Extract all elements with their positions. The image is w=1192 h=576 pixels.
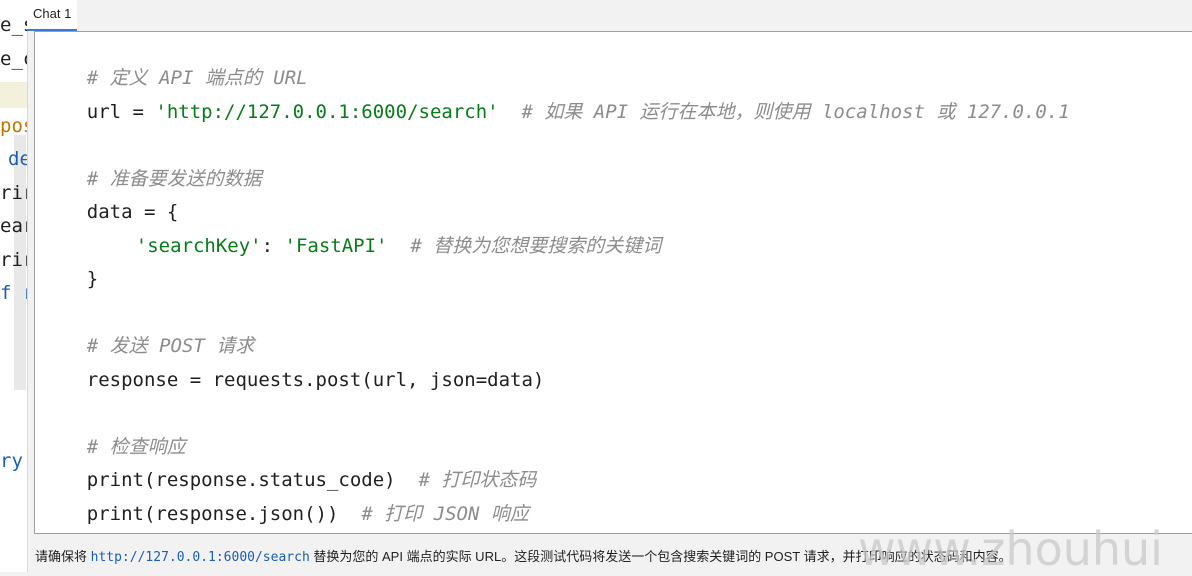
code-string: 'http://127.0.0.1:6000/search' <box>155 101 499 123</box>
code-line: # 检查响应 <box>41 402 186 458</box>
code-text: } <box>86 268 99 290</box>
bg-code-fragment: rir <box>0 249 27 271</box>
code-line: response = requests.post(url, json=data) <box>41 335 545 391</box>
code-string: 'searchKey' <box>135 235 262 257</box>
bg-code-fragment: ry: <box>0 450 27 472</box>
bg-code-fragment: rir <box>0 182 27 204</box>
inline-code-url: http://127.0.0.1:6000/search <box>90 550 310 565</box>
tab-chat-1[interactable]: Chat 1 <box>27 0 78 31</box>
code-line: print(response.status_code) # 打印状态码 <box>41 435 537 491</box>
code-comment: # 打印 JSON 响应 <box>338 503 529 525</box>
code-line: data = { <box>41 167 179 223</box>
code-string: 'FastAPI' <box>284 235 388 257</box>
bg-code-fragment: e_s <box>0 14 27 36</box>
code-line: 'searchKey': 'FastAPI' # 替换为您想要搜索的关键词 <box>90 201 661 257</box>
tab-bar: Chat 1 <box>27 0 1192 31</box>
code-text: : <box>261 235 285 257</box>
code-line: } <box>41 234 98 290</box>
bg-code-fragment: de <box>8 148 27 170</box>
explanation-text: 请确保将 http://127.0.0.1:6000/search 替换为您的 … <box>35 545 1012 569</box>
bg-code-fragment: e_c <box>0 48 27 70</box>
bg-code-fragment: pos <box>0 115 27 137</box>
code-line: # 准备要发送的数据 <box>41 134 262 190</box>
background-editor: e_s e_c pos de rir ear rir f r ry: <box>0 0 28 572</box>
code-comment: # 如果 API 运行在本地，则使用 localhost 或 127.0.0.1 <box>498 101 1070 123</box>
bg-code-fragment: f r <box>0 282 27 304</box>
explanation-suffix: 替换为您的 API 端点的实际 URL。这段测试代码将发送一个包含搜索关键词的 … <box>309 549 1012 564</box>
current-line-highlight <box>0 82 27 108</box>
code-line: # 发送 POST 请求 <box>41 301 255 357</box>
explanation-prefix: 请确保将 <box>35 549 91 564</box>
bg-code-fragment: ear <box>0 215 27 237</box>
code-comment: # 替换为您想要搜索的关键词 <box>387 235 662 257</box>
code-line: url = 'http://127.0.0.1:6000/search' # 如… <box>41 67 1070 123</box>
code-text: response = requests.post(url, json=data) <box>86 369 545 391</box>
code-text: print(response.json()) <box>86 503 339 525</box>
code-block: # 定义 API 端点的 URL url = 'http://127.0.0.1… <box>34 31 1192 534</box>
code-line: # 定义 API 端点的 URL <box>41 33 308 89</box>
code-text: url = <box>86 101 156 123</box>
code-line: print(response.json()) # 打印 JSON 响应 <box>41 469 529 525</box>
